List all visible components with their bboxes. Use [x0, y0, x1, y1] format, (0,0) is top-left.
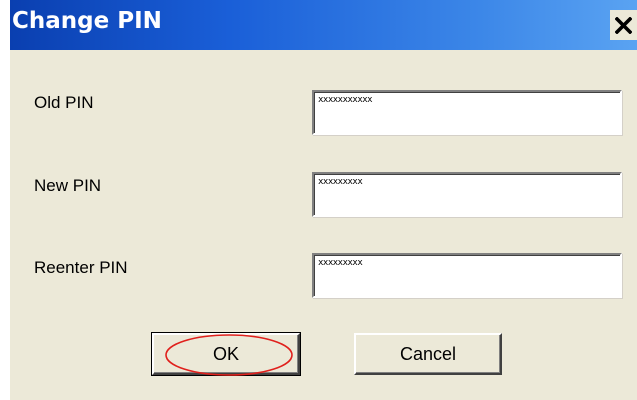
ok-button[interactable]: OK [151, 332, 301, 376]
old-pin-field[interactable]: xxxxxxxxxxx [312, 90, 622, 135]
new-pin-field[interactable]: xxxxxxxxx [312, 172, 622, 217]
old-pin-label: Old PIN [34, 93, 94, 112]
close-x-icon [615, 17, 632, 34]
title-bar[interactable]: Change PIN [10, 0, 637, 50]
old-pin-masked-value: xxxxxxxxxxx [318, 95, 373, 105]
reenter-pin-field[interactable]: xxxxxxxxx [312, 253, 622, 298]
cancel-button[interactable]: Cancel [354, 333, 502, 375]
change-pin-dialog: Change PIN Old PIN xxxxxxxxxxx New PIN x… [10, 0, 637, 400]
reenter-pin-label: Reenter PIN [34, 258, 128, 277]
new-pin-masked-value: xxxxxxxxx [318, 177, 363, 187]
window-title: Change PIN [12, 8, 162, 34]
new-pin-label: New PIN [34, 176, 102, 195]
close-button[interactable] [610, 10, 637, 40]
reenter-pin-masked-value: xxxxxxxxx [318, 258, 363, 268]
